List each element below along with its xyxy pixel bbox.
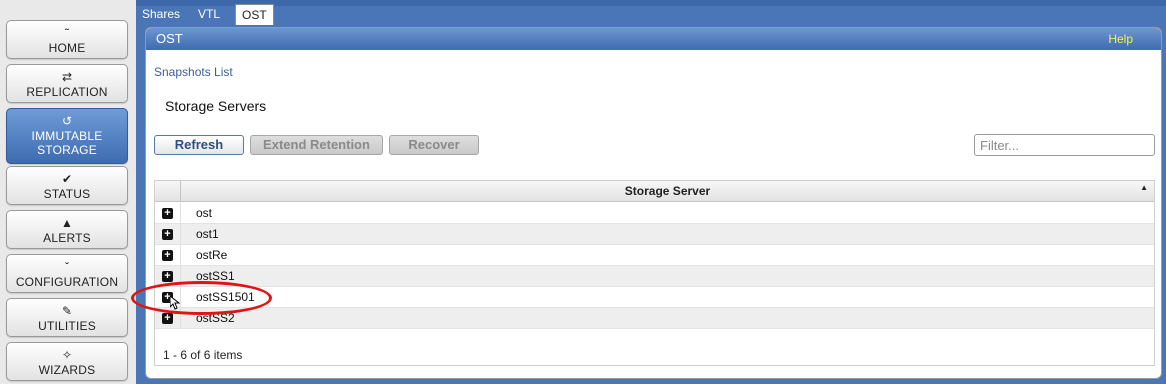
expand-plus-icon[interactable]: +	[162, 250, 173, 261]
content-panel: OST Help Snapshots List Storage Servers …	[145, 27, 1162, 379]
expand-cell: +	[155, 308, 181, 328]
expand-plus-icon[interactable]: +	[162, 208, 173, 219]
storage-server-name: ostSS1	[196, 269, 235, 283]
pager-info: 1 - 6 of 6 items	[163, 348, 243, 362]
nav-home-button[interactable]: ˜ HOME	[6, 20, 128, 59]
expand-column-header	[155, 181, 181, 202]
storage-server-column-label: Storage Server	[624, 184, 711, 198]
expand-plus-icon[interactable]: +	[162, 229, 173, 240]
bell-icon: ▲	[61, 216, 73, 230]
filter-input[interactable]	[974, 134, 1155, 156]
panel-header: OST Help	[146, 28, 1161, 50]
storage-server-name: ost1	[196, 227, 219, 241]
nav-wizards-label: WIZARDS	[38, 363, 96, 377]
replication-icon: ⇄	[61, 70, 73, 84]
expand-plus-icon[interactable]: +	[162, 271, 173, 282]
storage-server-name: ostRe	[196, 248, 228, 262]
table-row[interactable]: + ost1	[155, 224, 1154, 245]
expand-plus-icon[interactable]: +	[162, 313, 173, 324]
refresh-button[interactable]: Refresh	[154, 135, 244, 155]
storage-server-column-header[interactable]: Storage Server	[181, 181, 1154, 202]
expand-cell: +	[155, 245, 181, 265]
nav-utilities-label: UTILITIES	[38, 319, 96, 333]
nav-alerts-label: ALERTS	[43, 231, 91, 245]
nav-immutable-storage-button[interactable]: ↺ IMMUTABLE STORAGE	[6, 108, 128, 164]
nav-replication-label: REPLICATION	[26, 85, 108, 99]
wrench-icon: ✎	[61, 304, 73, 318]
nav-wizards-button[interactable]: ✧ WIZARDS	[6, 342, 128, 381]
tab-shares[interactable]: Shares	[136, 4, 186, 24]
home-icon: ˜	[65, 26, 69, 40]
nav-home-label: HOME	[48, 41, 86, 55]
storage-server-name: ostSS1501	[196, 290, 255, 304]
immutable-storage-icon: ↺	[61, 114, 73, 128]
extend-retention-button[interactable]: Extend Retention	[250, 135, 383, 155]
table-row[interactable]: + ost	[155, 203, 1154, 224]
breadcrumb-snapshots-list[interactable]: Snapshots List	[154, 65, 233, 79]
table-row[interactable]: + ostRe	[155, 245, 1154, 266]
nav-status-label: STATUS	[43, 187, 91, 201]
nav-configuration-label: CONFIGURATION	[15, 275, 119, 289]
grid-header: Storage Server ▲	[155, 181, 1154, 202]
expand-cell: +	[155, 266, 181, 286]
section-title: Storage Servers	[165, 98, 267, 114]
storage-server-name: ostSS2	[196, 311, 235, 325]
storage-server-name: ost	[196, 206, 213, 220]
nav-alerts-button[interactable]: ▲ ALERTS	[6, 210, 128, 249]
configuration-icon: ˇ	[65, 260, 69, 274]
nav-replication-button[interactable]: ⇄ REPLICATION	[6, 64, 128, 103]
table-row[interactable]: + ostSS1501	[155, 287, 1154, 308]
tab-vtl[interactable]: VTL	[192, 4, 226, 24]
status-check-icon: ✔	[61, 172, 73, 186]
nav-utilities-button[interactable]: ✎ UTILITIES	[6, 298, 128, 337]
table-row[interactable]: + ostSS1	[155, 266, 1154, 287]
nav-immutable-storage-label: IMMUTABLE	[31, 129, 103, 143]
help-link[interactable]: Help	[1108, 32, 1133, 46]
nav-configuration-button[interactable]: ˇ CONFIGURATION	[6, 254, 128, 293]
storage-server-grid: Storage Server ▲ + ost + ost1 + ostRe + …	[154, 180, 1155, 366]
panel-title: OST	[156, 31, 183, 46]
recover-button[interactable]: Recover	[389, 135, 479, 155]
sort-ascending-icon[interactable]: ▲	[1140, 183, 1148, 192]
nav-immutable-storage-label-2: STORAGE	[37, 143, 97, 157]
expand-cell: +	[155, 224, 181, 244]
expand-cell: +	[155, 203, 181, 223]
mouse-cursor-icon	[170, 296, 180, 310]
nav-status-button[interactable]: ✔ STATUS	[6, 166, 128, 205]
sidebar: ˜ HOME ⇄ REPLICATION ↺ IMMUTABLE STORAGE…	[0, 0, 136, 384]
table-row[interactable]: + ostSS2	[155, 308, 1154, 329]
tab-ost[interactable]: OST	[235, 4, 274, 25]
wand-icon: ✧	[61, 348, 73, 362]
